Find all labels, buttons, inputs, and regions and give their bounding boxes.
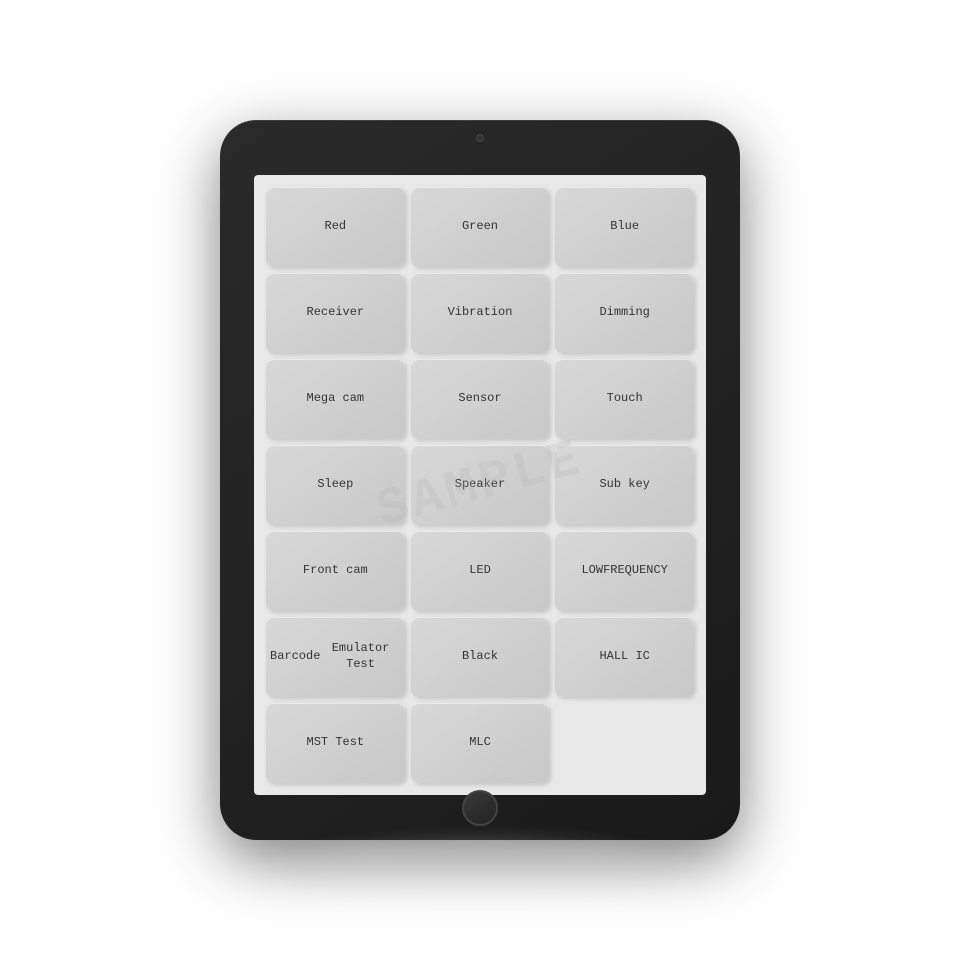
btn-sub-key[interactable]: Sub key [555, 445, 694, 525]
btn-front-cam[interactable]: Front cam [266, 531, 405, 611]
btn-dimming[interactable]: Dimming [555, 273, 694, 353]
btn-empty [555, 703, 694, 783]
btn-green[interactable]: Green [411, 187, 550, 267]
tablet-reflection [280, 840, 680, 900]
btn-mst-test[interactable]: MST Test [266, 703, 405, 783]
btn-speaker[interactable]: Speaker [411, 445, 550, 525]
button-grid: RedGreenBlue ReceiverVibrationDimming Mega… [254, 175, 706, 795]
camera-lens [476, 134, 484, 142]
btn-vibration[interactable]: Vibration [411, 273, 550, 353]
btn-mega-cam[interactable]: Mega cam [266, 359, 405, 439]
btn-receiver[interactable]: Receiver [266, 273, 405, 353]
btn-hall-ic[interactable]: HALL IC [555, 617, 694, 697]
btn-led[interactable]: LED [411, 531, 550, 611]
btn-red[interactable]: Red [266, 187, 405, 267]
btn-touch[interactable]: Touch [555, 359, 694, 439]
tablet-device: SAMPLE RedGreenBlueReceiverVibrationDimm… [220, 120, 740, 840]
btn-black[interactable]: Black [411, 617, 550, 697]
btn-sleep[interactable]: Sleep [266, 445, 405, 525]
home-button[interactable] [462, 790, 498, 826]
tablet-screen: SAMPLE RedGreenBlueReceiverVibrationDimm… [254, 175, 706, 795]
btn-low-frequency[interactable]: LOWFREQUENCY [555, 531, 694, 611]
btn-barcode[interactable]: BarcodeEmulator Test [266, 617, 405, 697]
btn-blue[interactable]: Blue [555, 187, 694, 267]
btn-mlc[interactable]: MLC [411, 703, 550, 783]
btn-sensor[interactable]: Sensor [411, 359, 550, 439]
